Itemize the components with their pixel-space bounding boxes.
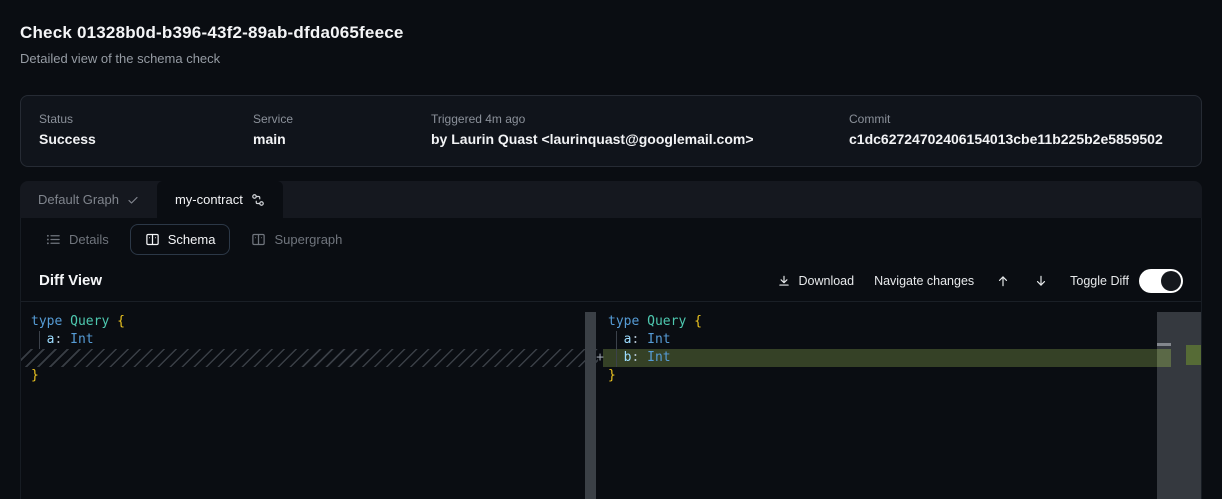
added-line-glow [1157,349,1171,367]
schema-check-page: Check 01328b0d-b396-43f2-89ab-dfda065fee… [0,0,1222,497]
check-icon [127,194,139,206]
tab-default-graph[interactable]: Default Graph [20,181,157,218]
right-pane-scrollbar[interactable] [1157,312,1201,499]
page-title: Check 01328b0d-b396-43f2-89ab-dfda065fee… [20,20,1202,46]
indent-guide [39,331,40,349]
arrow-up-icon [996,274,1010,288]
view-subtabs: Details Schema Supergraph [21,218,1201,260]
code-line: } [21,367,598,385]
tab-default-graph-label: Default Graph [38,192,119,207]
check-meta-card: Status Success Service main Triggered 4m… [20,95,1202,167]
schema-diff-editor: type Query { a: Int} + type Query { a: I… [21,302,1201,499]
code-line: type Query { [21,313,598,331]
meta-triggered-label: Triggered 4m ago [431,112,849,127]
columns-icon [145,232,160,247]
code-line: type Query { [603,313,1201,331]
toggle-diff-switch[interactable] [1139,269,1183,293]
meta-service-value: main [253,130,431,148]
toggle-diff-group: Toggle Diff [1070,269,1183,293]
arrow-down-icon [1034,274,1048,288]
git-compare-icon [251,193,265,207]
columns-icon [251,232,266,247]
list-icon [46,232,61,247]
previous-change-button[interactable] [994,274,1012,288]
download-button[interactable]: Download [777,274,854,288]
meta-commit-value: c1dc62724702406154013cbe11b225b2e5859502 [849,130,1183,148]
meta-commit-label: Commit [849,112,1183,127]
navigate-changes-label: Navigate changes [874,274,974,288]
diff-view-header: Diff View Download Navigate changes [21,260,1201,302]
diff-toolbar: Download Navigate changes Toggle Diff [777,269,1183,293]
toggle-diff-label: Toggle Diff [1070,274,1129,288]
diff-pane-before: type Query { a: Int} [21,302,598,499]
download-label: Download [798,274,854,288]
diff-filler-line [21,349,598,367]
meta-service: Service main [253,112,431,148]
meta-service-label: Service [253,112,431,127]
tab-content: Details Schema Supergraph Diff View [20,218,1202,499]
diff-view-title: Diff View [39,272,102,289]
diff-pane-after: type Query { a: Int b: Int} [603,302,1201,499]
subtab-supergraph[interactable]: Supergraph [240,224,353,255]
graph-tab-bar: Default Graph my-contract [20,181,1202,218]
code-line: a: Int [603,331,1201,349]
subtab-details-label: Details [69,232,109,247]
meta-status-value: Success [39,130,253,148]
navigate-changes-button[interactable]: Navigate changes [874,274,974,288]
scrollbar-thumb[interactable] [1157,343,1171,346]
meta-commit: Commit c1dc62724702406154013cbe11b225b2e… [849,112,1183,148]
code-line: } [603,367,1201,385]
meta-status-label: Status [39,112,253,127]
subtab-schema[interactable]: Schema [130,224,231,255]
subtab-details[interactable]: Details [35,224,120,255]
tab-my-contract[interactable]: my-contract [157,181,283,218]
diff-overview-added-marker [1186,345,1201,365]
indent-guide [616,349,617,367]
next-change-button[interactable] [1032,274,1050,288]
subtab-supergraph-label: Supergraph [274,232,342,247]
toggle-diff-knob [1161,271,1181,291]
after-code: type Query { a: Int b: Int} [603,302,1201,385]
page-subtitle: Detailed view of the schema check [20,50,1202,68]
left-pane-scrollbar[interactable] [585,312,596,499]
page-header: Check 01328b0d-b396-43f2-89ab-dfda065fee… [0,0,1222,68]
code-line: b: Int [603,349,1201,367]
meta-triggered: Triggered 4m ago by Laurin Quast <laurin… [431,112,849,148]
meta-triggered-value: by Laurin Quast <laurinquast@googlemail.… [431,130,849,148]
code-line: a: Int [21,331,598,349]
subtab-schema-label: Schema [168,232,216,247]
tab-my-contract-label: my-contract [175,192,243,207]
indent-guide [616,331,617,349]
before-code: type Query { a: Int} [21,302,598,385]
download-icon [777,274,791,288]
meta-status: Status Success [39,112,253,148]
